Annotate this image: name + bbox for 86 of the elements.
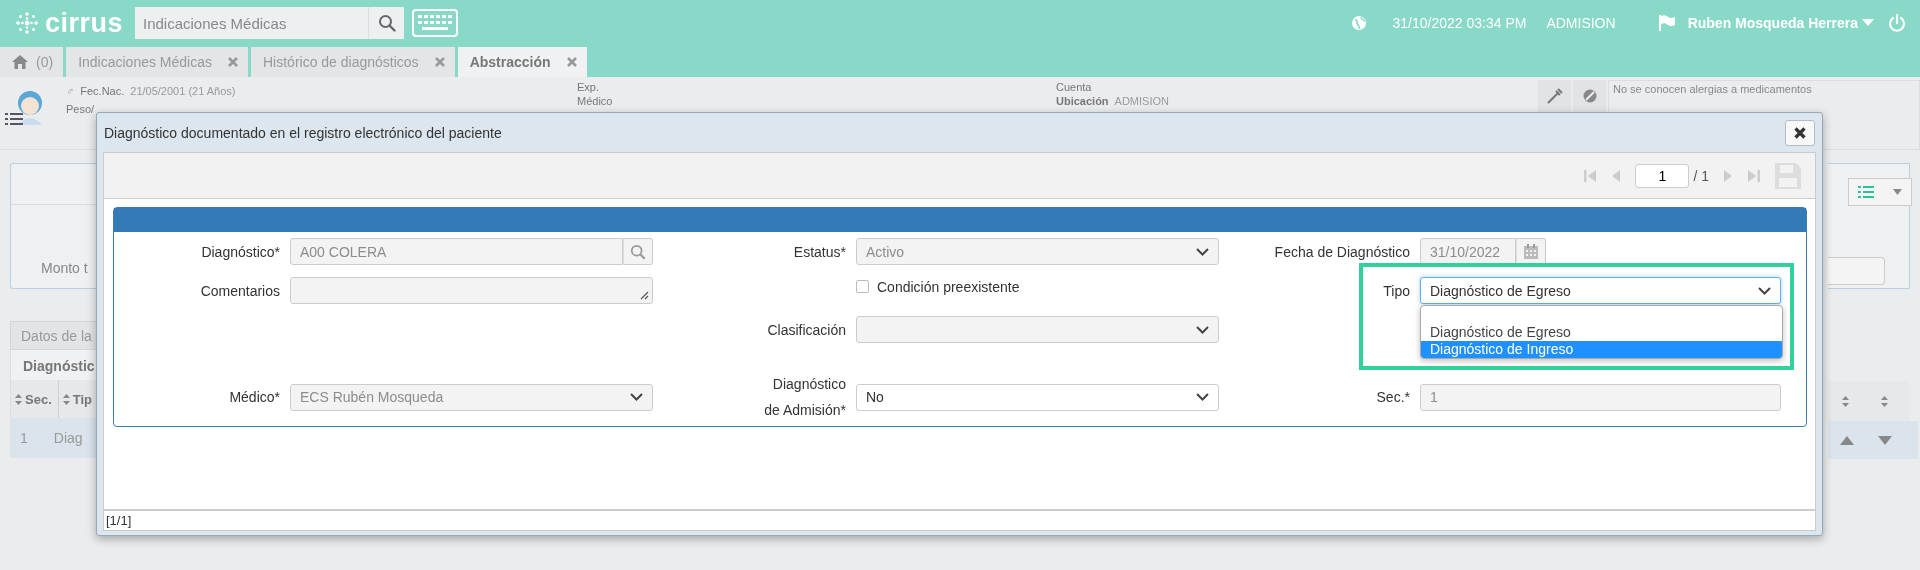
globe-icon[interactable] — [1350, 15, 1367, 31]
field-label: Fecha de Diagnóstico — [1273, 242, 1411, 262]
field-label: Tipo — [1382, 281, 1411, 301]
caret-icon — [1892, 189, 1902, 195]
flag-icon[interactable] — [1657, 14, 1676, 32]
move-up-icon[interactable] — [1840, 435, 1854, 445]
page-total: / 1 — [1693, 167, 1709, 184]
list-icon — [1858, 186, 1875, 198]
first-page-icon[interactable] — [1583, 168, 1598, 183]
input-field[interactable] — [1828, 257, 1885, 285]
field-label: Comentarios — [199, 281, 281, 301]
field-label: Diagnóstico de Admisión* — [763, 375, 847, 420]
field-label: Clasificación — [766, 320, 847, 340]
tab[interactable]: (0) — [0, 47, 64, 77]
home-icon — [12, 55, 28, 69]
search-field[interactable]: Indicaciones Médicas — [135, 7, 368, 39]
chevron-icon — [1196, 247, 1209, 256]
location-value: ADMISION — [1114, 95, 1169, 107]
account-label: Cuenta — [1056, 81, 1093, 93]
allergy-text: No se conocen alergias a medicamentos — [1613, 83, 1812, 95]
sort-icon[interactable] — [1881, 395, 1888, 407]
calendar-button[interactable] — [1516, 238, 1546, 265]
dropdown-option[interactable]: Diagnóstico de Egreso — [1421, 324, 1782, 341]
allergy-button[interactable] — [1573, 80, 1606, 112]
user-menu[interactable]: Ruben Mosqueda Herrera — [1687, 15, 1862, 31]
record-count: [1/1] — [106, 513, 132, 528]
list-button[interactable] — [1848, 178, 1912, 206]
resize-grip-icon — [640, 291, 649, 300]
vaccine-button[interactable] — [1538, 80, 1571, 112]
chevron-icon — [1758, 286, 1771, 295]
weight-label: Peso/ — [66, 103, 96, 115]
sex-symbol: ♂ — [66, 85, 75, 97]
location-label: ADMISION — [1546, 15, 1616, 31]
list-icon[interactable] — [5, 113, 23, 126]
syringe-icon — [1546, 88, 1563, 104]
search-button[interactable] — [623, 238, 653, 265]
dialog-title: Diagnóstico documentado en el registro electrónico del paciente — [104, 124, 502, 141]
prohibited-icon — [1582, 89, 1597, 103]
caret-icon[interactable] — [1862, 19, 1874, 27]
last-page-icon[interactable] — [1747, 168, 1761, 183]
field-label: Sec.* — [1375, 388, 1411, 407]
sort-icon[interactable] — [1842, 395, 1849, 407]
page-field[interactable]: 1 — [1635, 163, 1690, 188]
subtab[interactable]: Diagnóstic — [10, 350, 96, 380]
field-label: Médico* — [228, 388, 281, 407]
record-label: Exp. — [577, 81, 600, 93]
logo-text: cirrus — [45, 7, 124, 39]
move-down-icon[interactable] — [1878, 435, 1892, 445]
calendar-icon — [1524, 244, 1538, 259]
sort-icon — [62, 393, 70, 405]
next-page-icon[interactable] — [1723, 168, 1733, 183]
birth-value: 21/05/2001 (21 Años) — [130, 85, 236, 97]
birth-label: Fec.Nac. — [80, 85, 125, 97]
logo-icon — [14, 10, 40, 36]
search-icon — [377, 14, 396, 32]
chevron-icon — [630, 393, 643, 401]
field-label: Diagnóstico* — [200, 242, 281, 262]
chevron-icon — [1196, 393, 1209, 401]
keyboard-icon[interactable] — [412, 9, 458, 37]
doctor-label: Médico — [577, 95, 614, 107]
search-button[interactable] — [368, 7, 404, 39]
previous-page-icon[interactable] — [1611, 168, 1622, 183]
section-tab[interactable]: Datos de la — [10, 321, 96, 350]
dropdown[interactable]: No — [856, 383, 1219, 411]
chevron-icon — [1196, 325, 1209, 334]
checkbox[interactable] — [856, 280, 869, 293]
close-icon[interactable] — [434, 57, 445, 67]
sort-icon — [15, 393, 22, 405]
tab[interactable]: Histórico de diagnósticos — [251, 47, 455, 77]
amount-label: Monto t — [41, 260, 88, 276]
table-cell: 1 — [20, 430, 28, 446]
checkbox-label: Condición preexistente — [877, 278, 1020, 295]
power-icon[interactable] — [1888, 14, 1906, 32]
search-icon — [630, 243, 646, 260]
location-label: Ubicación — [1056, 95, 1109, 107]
close-icon — [1794, 126, 1806, 139]
tab[interactable]: Indicaciones Médicas — [66, 47, 248, 77]
date-time: 31/10/2022 03:34 PM — [1392, 15, 1527, 31]
close-button[interactable] — [1785, 119, 1815, 146]
dropdown-option[interactable]: Diagnóstico de Ingreso — [1421, 341, 1782, 358]
field-label: Estatus* — [792, 242, 847, 262]
close-icon[interactable] — [228, 57, 238, 67]
close-icon[interactable] — [566, 57, 577, 67]
table-cell: Diag — [53, 430, 83, 446]
tab[interactable]: Abstracción — [457, 47, 587, 77]
dropdown[interactable]: Diagnóstico de Egreso — [1420, 277, 1781, 304]
